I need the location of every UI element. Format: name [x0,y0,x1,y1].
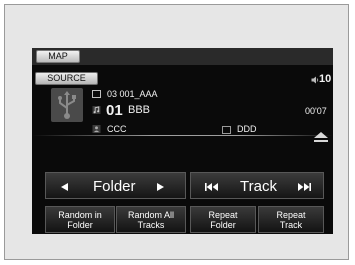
source-button[interactable]: SOURCE [35,72,98,85]
mode-line2: Track [279,220,303,230]
repeat-track-button[interactable]: Repeat Track [258,206,324,233]
folder-prev-icon[interactable] [61,183,68,191]
mode-line1: Random in [58,210,102,220]
mode-line1: Repeat [208,210,238,220]
artist-icon [92,125,101,133]
folder-label: Folder [93,178,136,195]
mode-line1: Random All [127,210,175,220]
random-all-tracks-button[interactable]: Random All Tracks [116,206,186,233]
random-in-folder-button[interactable]: Random in Folder [45,206,115,233]
mode-line2: Folder [210,220,236,230]
track-next-icon[interactable] [298,183,311,191]
track-prev-icon[interactable] [205,183,218,191]
mode-line2: Folder [67,220,93,230]
repeat-folder-button[interactable]: Repeat Folder [190,206,256,233]
folder-next-icon[interactable] [157,183,164,191]
mode-line1: Repeat [276,210,306,220]
track-control: Track [190,172,324,199]
usb-device-tile [51,88,83,122]
audio-screen: MAP SOURCE 10 03 001_AAA 01 BBB 00'07 CC… [32,48,333,234]
map-button[interactable]: MAP [36,50,80,63]
top-bar: MAP [32,48,333,65]
elapsed-time: 00'07 [305,106,327,116]
album-icon [222,126,231,134]
mode-line2: Tracks [137,220,165,230]
track-label: Track [240,178,277,195]
usb-icon [58,91,76,119]
eject-icon[interactable] [312,131,330,143]
folder-control: Folder [45,172,186,199]
folder-name: 03 001_AAA [107,89,158,99]
track-number: 01 [106,102,123,119]
divider [32,135,333,136]
artist-name: CCC [107,124,127,134]
album-name: DDD [237,124,257,134]
volume-level: 10 [319,73,332,85]
folder-icon [92,90,101,98]
track-title: BBB [128,104,151,116]
figure-frame: MAP SOURCE 10 03 001_AAA 01 BBB 00'07 CC… [4,4,349,260]
music-note-icon [92,106,101,114]
